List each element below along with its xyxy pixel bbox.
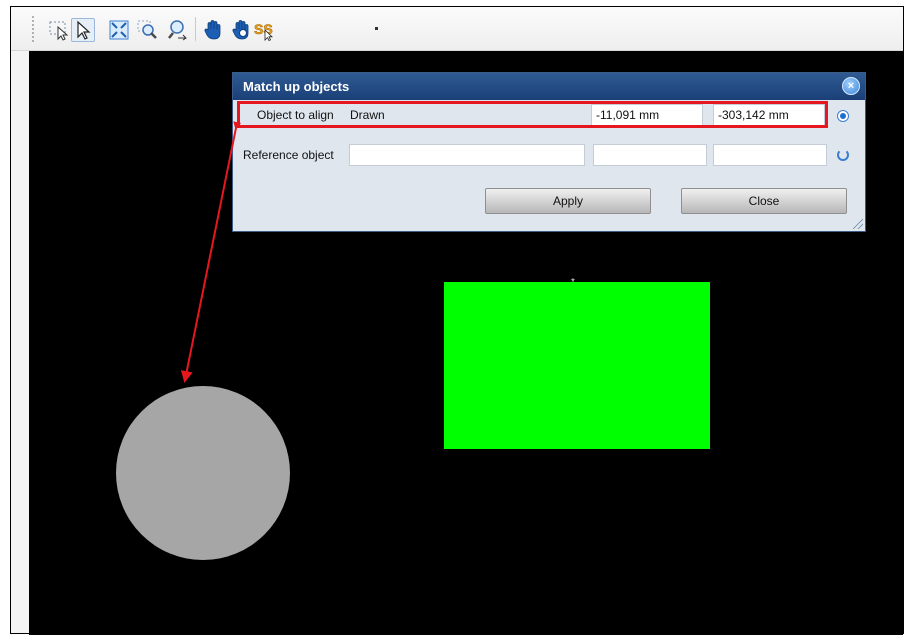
snap-icon[interactable]: SS: [253, 18, 277, 42]
pan-hand-icon[interactable]: [201, 18, 225, 42]
pan-hand-alt-icon[interactable]: [229, 18, 253, 42]
zoom-extents-icon[interactable]: [107, 18, 131, 42]
zoom-window-icon[interactable]: [135, 18, 159, 42]
dialog-titlebar[interactable]: Match up objects ×: [233, 73, 865, 100]
chevron-down-icon[interactable]: [375, 27, 378, 30]
close-icon[interactable]: ×: [842, 77, 860, 95]
toolbar: SS: [11, 7, 903, 51]
zoom-in-out-icon[interactable]: [165, 18, 189, 42]
match-up-objects-dialog: Match up objects × Object to align Drawn…: [232, 72, 866, 232]
toolbar-grip[interactable]: [31, 15, 35, 43]
reference-object-label: Reference object: [243, 148, 334, 162]
lasso-select-icon[interactable]: [47, 18, 71, 42]
dialog-title: Match up objects: [243, 79, 350, 94]
reference-object-radio[interactable]: [837, 149, 849, 161]
reference-object-y-field[interactable]: [713, 144, 827, 166]
resize-grip-icon[interactable]: [853, 219, 863, 229]
reference-object-x-field[interactable]: [593, 144, 707, 166]
annotation-highlight-box: [237, 101, 828, 128]
close-button[interactable]: Close: [681, 188, 847, 214]
reference-object-name-field[interactable]: [349, 144, 585, 166]
pointer-select-icon[interactable]: [71, 18, 95, 42]
object-to-align-radio[interactable]: [837, 110, 849, 122]
toolbar-separator: [195, 17, 196, 41]
apply-button[interactable]: Apply: [485, 188, 651, 214]
circle-object[interactable]: [116, 386, 290, 560]
center-marker-icon: *: [571, 277, 575, 288]
annotation-callout-number: 1: [204, 104, 215, 124]
rectangle-object[interactable]: [444, 282, 710, 449]
